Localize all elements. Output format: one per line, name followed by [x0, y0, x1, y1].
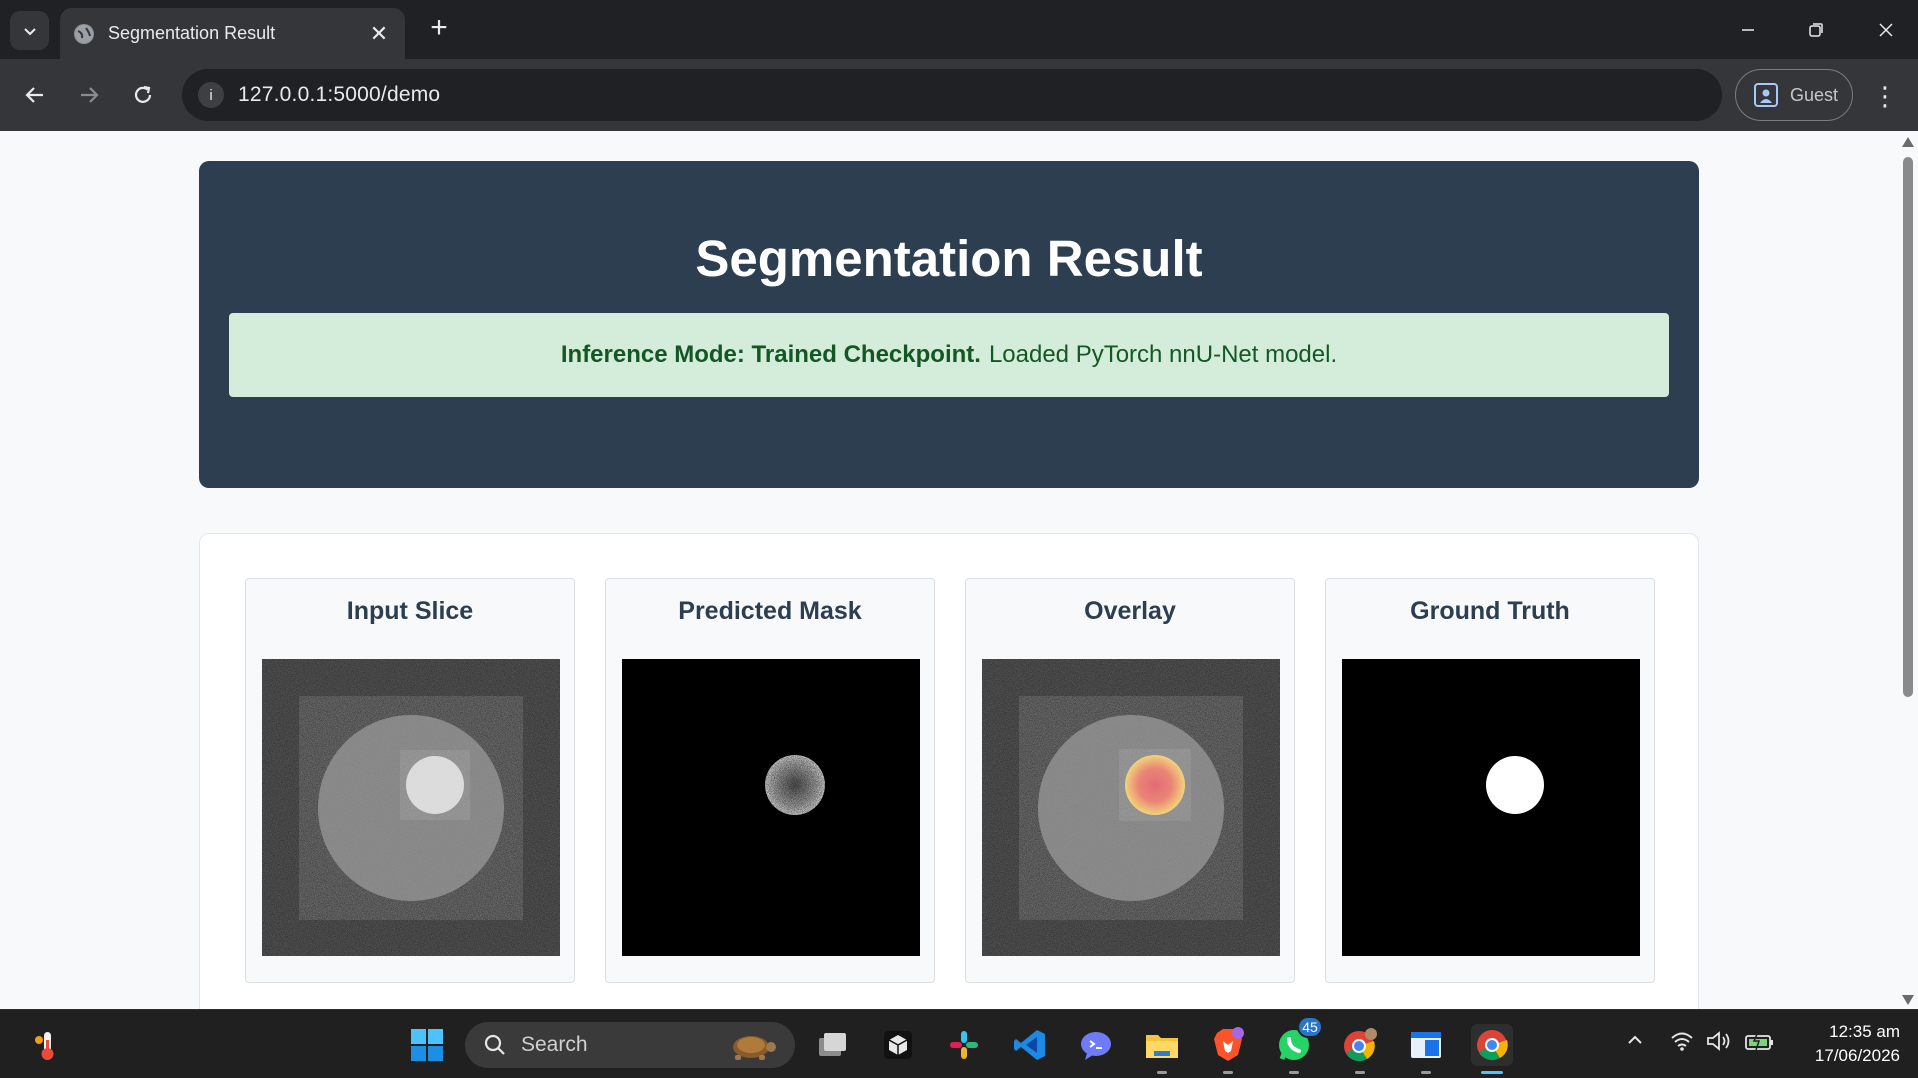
- scroll-down-icon[interactable]: [1902, 995, 1914, 1005]
- chrome-icon[interactable]: [1471, 1024, 1513, 1074]
- panel-title: Input Slice: [346, 597, 474, 625]
- scroll-thumb[interactable]: [1903, 157, 1913, 697]
- scroll-up-icon[interactable]: [1902, 137, 1914, 147]
- panel-ground-truth: Ground Truth: [1325, 578, 1655, 983]
- chrome-profile-icon[interactable]: [1339, 1024, 1381, 1074]
- alert-text: Loaded PyTorch nnU-Net model.: [988, 341, 1338, 368]
- predicted-mask-image: [622, 659, 920, 956]
- overlay-image: [982, 659, 1280, 956]
- results-card: Input Slice Predicted Mask Overlay Groun…: [199, 533, 1699, 1009]
- task-view-icon[interactable]: [811, 1024, 853, 1066]
- running-indicator: [1421, 1071, 1431, 1074]
- wifi-icon[interactable]: [1670, 1030, 1694, 1058]
- whatsapp-icon[interactable]: 45: [1273, 1016, 1323, 1074]
- running-indicator-active: [1481, 1071, 1503, 1074]
- system-clock[interactable]: 12:35 am 17/06/2026: [1790, 1020, 1900, 1068]
- running-indicator: [1289, 1071, 1299, 1074]
- tab-title: Segmentation Result: [108, 23, 276, 43]
- profile-icon: [1754, 83, 1778, 107]
- page-title: Segmentation Result: [695, 230, 1203, 287]
- profile-label: Guest: [1790, 84, 1839, 105]
- url-text[interactable]: 127.0.0.1:5000/demo: [238, 83, 440, 107]
- notification-badge: 45: [1297, 1016, 1323, 1038]
- running-indicator: [1223, 1071, 1233, 1074]
- window-close-icon[interactable]: [1856, 8, 1916, 52]
- panel-overlay: Overlay: [965, 578, 1295, 983]
- thermometer-icon[interactable]: [26, 1024, 68, 1066]
- reload-icon[interactable]: [122, 74, 164, 116]
- windows-start-icon[interactable]: [406, 1024, 448, 1066]
- panel-title: Ground Truth: [1410, 597, 1570, 625]
- battery-icon[interactable]: [1744, 1030, 1774, 1058]
- header-card: Segmentation Result Inference Mode: Trai…: [199, 161, 1699, 488]
- search-icon: [484, 1034, 505, 1055]
- clock-time: 12:35 am: [1829, 1022, 1900, 1041]
- alert-bold-text: Inference Mode: Trained Checkpoint.: [560, 341, 981, 368]
- clock-date: 17/06/2026: [1814, 1046, 1900, 1065]
- panel-title: Predicted Mask: [678, 597, 862, 625]
- kebab-menu-icon[interactable]: ⋮: [1870, 79, 1900, 113]
- tab-strip: Segmentation Result ✕ +: [0, 0, 1918, 59]
- active-tab[interactable]: Segmentation Result ✕: [60, 8, 405, 59]
- file-explorer-icon[interactable]: [1141, 1024, 1183, 1074]
- close-icon[interactable]: ✕: [367, 21, 391, 47]
- running-indicator: [1355, 1071, 1365, 1074]
- forward-icon[interactable]: [68, 74, 110, 116]
- new-tab-button[interactable]: +: [422, 13, 456, 47]
- inference-alert: Inference Mode: Trained Checkpoint. Load…: [229, 313, 1669, 397]
- restore-icon[interactable]: [1786, 8, 1846, 52]
- page-viewport: Segmentation Result Inference Mode: Trai…: [0, 131, 1898, 1009]
- minimize-icon[interactable]: [1718, 8, 1778, 52]
- turtle-decoration: [733, 1036, 776, 1060]
- search-label: Search: [521, 1033, 588, 1056]
- back-icon[interactable]: [14, 74, 56, 116]
- profile-button[interactable]: Guest: [1735, 69, 1853, 121]
- tab-search-icon: [23, 27, 36, 35]
- panel-input-slice: Input Slice: [245, 578, 575, 983]
- volume-icon[interactable]: [1706, 1030, 1732, 1058]
- globe-icon: [74, 23, 94, 44]
- tray-chevron-icon[interactable]: [1625, 1030, 1645, 1056]
- panel-predicted-mask: Predicted Mask: [605, 578, 935, 983]
- slack-icon[interactable]: [943, 1024, 985, 1066]
- site-info-icon[interactable]: i: [198, 82, 224, 108]
- taskbar-search-box[interactable]: Search: [465, 1022, 795, 1068]
- input-slice-image: [262, 659, 560, 956]
- brave-icon[interactable]: [1207, 1024, 1249, 1074]
- ground-truth-image: [1342, 659, 1640, 956]
- panel-title: Overlay: [1084, 597, 1176, 625]
- windows-taskbar: Search 45 12:35 am 17/06/2026: [0, 1009, 1918, 1078]
- page-scrollbar[interactable]: [1898, 131, 1918, 1009]
- vscode-icon[interactable]: [1009, 1024, 1051, 1066]
- cube-app-icon[interactable]: [877, 1024, 919, 1066]
- tab-search-button[interactable]: [10, 11, 49, 50]
- browser-toolbar: i 127.0.0.1:5000/demo Guest ⋮: [0, 59, 1918, 131]
- window-app-icon[interactable]: [1405, 1024, 1447, 1074]
- running-indicator: [1157, 1071, 1167, 1074]
- chat-app-icon[interactable]: [1075, 1024, 1117, 1066]
- address-bar[interactable]: i 127.0.0.1:5000/demo: [182, 69, 1722, 121]
